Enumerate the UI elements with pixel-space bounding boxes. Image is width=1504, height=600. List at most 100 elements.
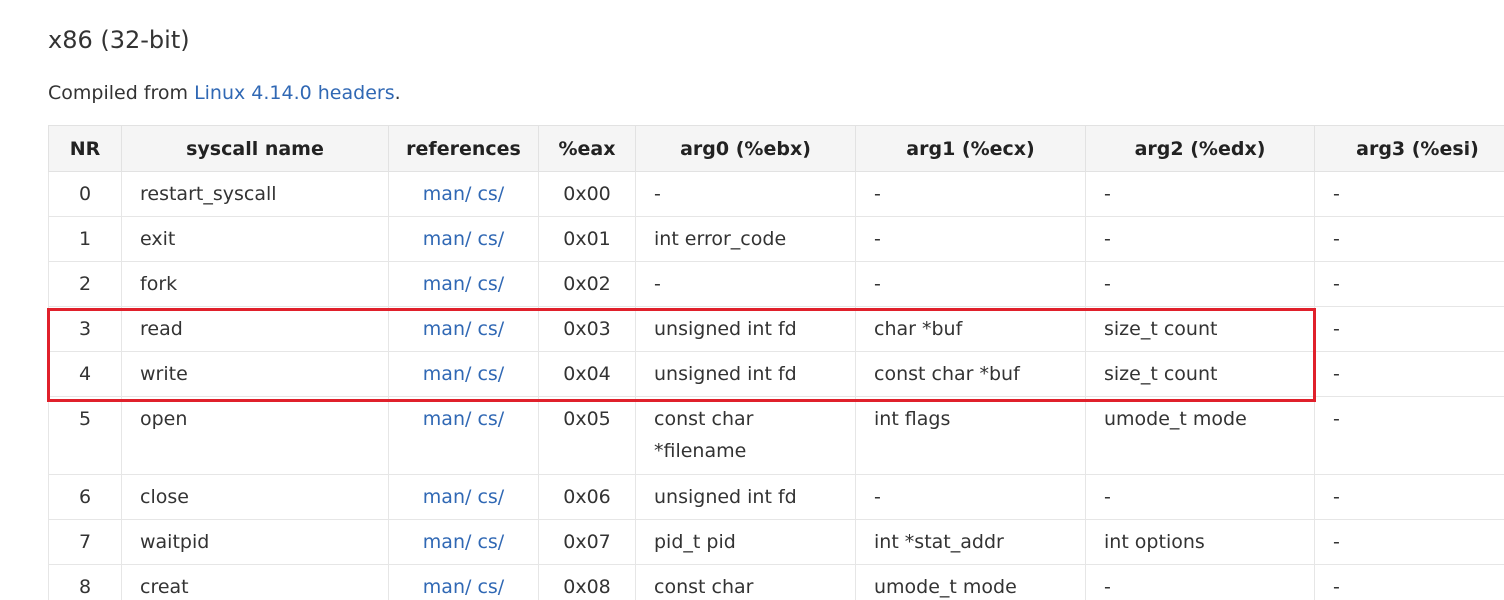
cell-nr: 7 <box>48 519 122 565</box>
cell-arg0: unsigned int fd <box>635 306 856 352</box>
cell-nr: 4 <box>48 351 122 397</box>
cell-arg1: - <box>855 261 1086 307</box>
cell-arg2: size_t count <box>1085 351 1315 397</box>
man-link[interactable]: man/ <box>423 363 472 385</box>
cell-references: man/ cs/ <box>388 351 539 397</box>
cell-arg3: - <box>1314 261 1504 307</box>
table-row: 2 fork man/ cs/ 0x02 - - - - <box>48 261 1504 307</box>
cell-arg1: - <box>855 216 1086 262</box>
cell-nr: 8 <box>48 564 122 600</box>
cell-syscall-name: write <box>121 351 389 397</box>
cell-arg3: - <box>1314 351 1504 397</box>
cell-arg0: - <box>635 171 856 217</box>
cell-arg2: - <box>1085 216 1315 262</box>
cs-link[interactable]: cs/ <box>477 318 504 340</box>
syscall-page: x86 (32-bit) Compiled from Linux 4.14.0 … <box>0 0 1504 600</box>
column-header-syscall-name: syscall name <box>121 125 389 172</box>
cell-nr: 6 <box>48 474 122 520</box>
cell-nr: 0 <box>48 171 122 217</box>
linux-headers-link[interactable]: Linux 4.14.0 headers <box>194 82 395 104</box>
cs-link[interactable]: cs/ <box>477 408 504 430</box>
cell-arg2: - <box>1085 564 1315 600</box>
cell-arg3: - <box>1314 519 1504 565</box>
cs-link[interactable]: cs/ <box>477 531 504 553</box>
man-link[interactable]: man/ <box>423 318 472 340</box>
man-link[interactable]: man/ <box>423 273 472 295</box>
cell-references: man/ cs/ <box>388 396 539 475</box>
cell-arg2: int options <box>1085 519 1315 565</box>
cell-arg1: const char *buf <box>855 351 1086 397</box>
cell-syscall-name: creat <box>121 564 389 600</box>
cell-eax: 0x00 <box>538 171 636 217</box>
cell-nr: 1 <box>48 216 122 262</box>
cell-arg3: - <box>1314 474 1504 520</box>
cell-syscall-name: read <box>121 306 389 352</box>
cell-arg0: const char <box>635 564 856 600</box>
cell-eax: 0x04 <box>538 351 636 397</box>
cell-syscall-name: fork <box>121 261 389 307</box>
cell-arg3: - <box>1314 171 1504 217</box>
cell-references: man/ cs/ <box>388 564 539 600</box>
syscall-table: NR syscall name references %eax arg0 (%e… <box>48 125 1504 600</box>
man-link[interactable]: man/ <box>423 486 472 508</box>
cell-arg1: umode_t mode <box>855 564 1086 600</box>
column-header-arg2: arg2 (%edx) <box>1085 125 1315 172</box>
column-header-arg3: arg3 (%esi) <box>1314 125 1504 172</box>
cell-eax: 0x02 <box>538 261 636 307</box>
cell-arg3: - <box>1314 216 1504 262</box>
cs-link[interactable]: cs/ <box>477 363 504 385</box>
cell-references: man/ cs/ <box>388 171 539 217</box>
cell-arg0: pid_t pid <box>635 519 856 565</box>
table-row: 7 waitpid man/ cs/ 0x07 pid_t pid int *s… <box>48 519 1504 565</box>
cell-references: man/ cs/ <box>388 216 539 262</box>
column-header-references: references <box>388 125 539 172</box>
cs-link[interactable]: cs/ <box>477 576 504 598</box>
cell-eax: 0x03 <box>538 306 636 352</box>
cell-syscall-name: exit <box>121 216 389 262</box>
cell-arg1: - <box>855 474 1086 520</box>
table-row: 3 read man/ cs/ 0x03 unsigned int fd cha… <box>48 306 1504 352</box>
cell-arg2: - <box>1085 171 1315 217</box>
cell-arg1: - <box>855 171 1086 217</box>
cell-arg2: - <box>1085 474 1315 520</box>
table-header-row: NR syscall name references %eax arg0 (%e… <box>48 125 1504 172</box>
man-link[interactable]: man/ <box>423 576 472 598</box>
cell-arg3: - <box>1314 564 1504 600</box>
cs-link[interactable]: cs/ <box>477 228 504 250</box>
man-link[interactable]: man/ <box>423 408 472 430</box>
table-row: 6 close man/ cs/ 0x06 unsigned int fd - … <box>48 474 1504 520</box>
cell-arg0: - <box>635 261 856 307</box>
cell-references: man/ cs/ <box>388 306 539 352</box>
cell-nr: 2 <box>48 261 122 307</box>
intro-suffix: . <box>394 82 401 104</box>
man-link[interactable]: man/ <box>423 531 472 553</box>
intro-text: Compiled from Linux 4.14.0 headers. <box>48 79 401 107</box>
intro-prefix: Compiled from <box>48 82 195 104</box>
cell-arg3: - <box>1314 306 1504 352</box>
cs-link[interactable]: cs/ <box>477 183 504 205</box>
column-header-arg0: arg0 (%ebx) <box>635 125 856 172</box>
cell-syscall-name: open <box>121 396 389 475</box>
cell-eax: 0x08 <box>538 564 636 600</box>
table-row: 1 exit man/ cs/ 0x01 int error_code - - … <box>48 216 1504 262</box>
cs-link[interactable]: cs/ <box>477 273 504 295</box>
cell-arg2: size_t count <box>1085 306 1315 352</box>
table-row: 8 creat man/ cs/ 0x08 const char umode_t… <box>48 564 1504 600</box>
cell-eax: 0x01 <box>538 216 636 262</box>
cell-arg0: unsigned int fd <box>635 474 856 520</box>
man-link[interactable]: man/ <box>423 228 472 250</box>
cell-nr: 3 <box>48 306 122 352</box>
man-link[interactable]: man/ <box>423 183 472 205</box>
column-header-nr: NR <box>48 125 122 172</box>
cell-arg3: - <box>1314 396 1504 475</box>
cell-syscall-name: waitpid <box>121 519 389 565</box>
cell-references: man/ cs/ <box>388 519 539 565</box>
cell-references: man/ cs/ <box>388 261 539 307</box>
cs-link[interactable]: cs/ <box>477 486 504 508</box>
cell-syscall-name: restart_syscall <box>121 171 389 217</box>
table-row: 4 write man/ cs/ 0x04 unsigned int fd co… <box>48 351 1504 397</box>
cell-eax: 0x07 <box>538 519 636 565</box>
cell-arg0: const char *filename <box>635 396 856 475</box>
cell-nr: 5 <box>48 396 122 475</box>
cell-arg1: int flags <box>855 396 1086 475</box>
